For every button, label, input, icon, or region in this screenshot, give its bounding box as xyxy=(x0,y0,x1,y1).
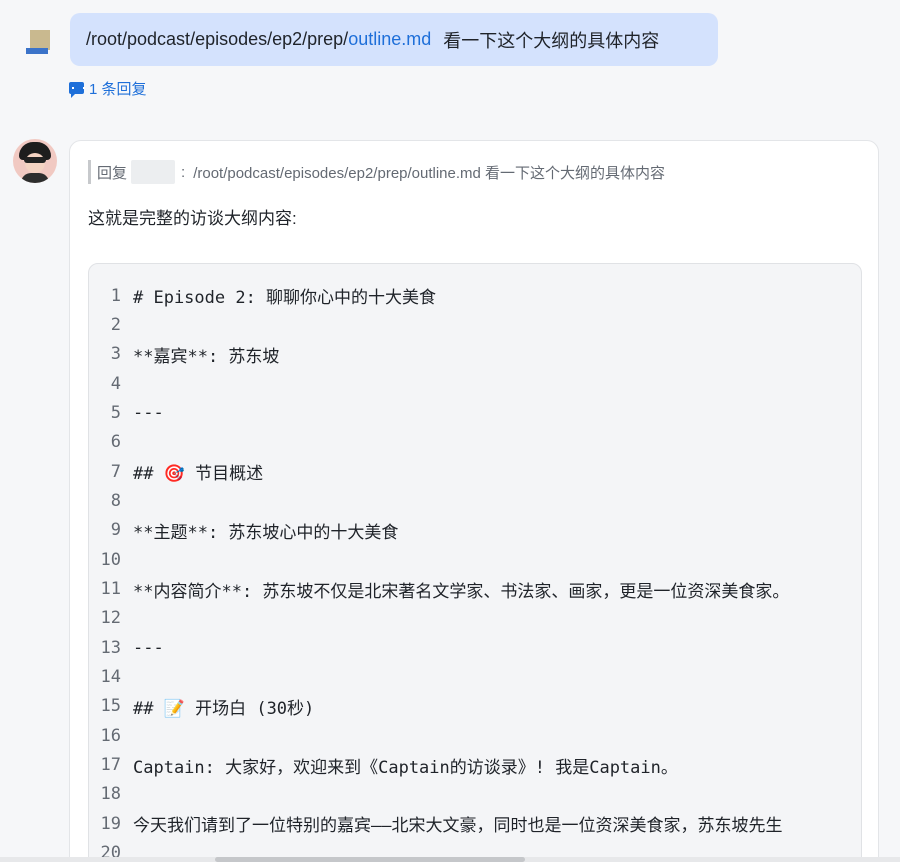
code-line: 16 xyxy=(89,721,133,750)
line-number: 13 xyxy=(100,637,121,658)
line-number: 12 xyxy=(100,608,121,629)
line-number: 6 xyxy=(110,432,121,453)
line-number: 14 xyxy=(100,667,121,688)
line-text: --- xyxy=(133,402,164,423)
redacted-username xyxy=(131,160,176,184)
code-line: 19 今天我们请到了一位特别的嘉宾——北宋大文豪，同时也是一位资深美食家，苏东坡先… xyxy=(89,809,783,838)
code-line: 7 ## 🎯 节目概述 xyxy=(89,457,263,486)
line-text: 今天我们请到了一位特别的嘉宾——北宋大文豪，同时也是一位资深美食家，苏东坡先生 xyxy=(133,816,783,837)
avatar-face xyxy=(25,153,45,173)
line-text: **嘉宾**: 苏东坡 xyxy=(133,346,280,367)
bot-reply-card: 回复 : /root/podcast/episodes/ep2/prep/out… xyxy=(69,140,879,862)
line-text: # Episode 2: 聊聊你心中的十大美食 xyxy=(133,288,437,308)
code-line: 17 Captain: 大家好，欢迎来到《Captain的访谈录》! 我是Capt… xyxy=(89,751,678,780)
line-text: --- xyxy=(133,637,164,658)
avatar-glasses xyxy=(24,157,46,163)
line-number: 7 xyxy=(110,461,121,482)
line-number: 15 xyxy=(100,696,121,717)
line-number: 17 xyxy=(100,755,121,776)
code-line: 6 xyxy=(89,428,133,457)
user-avatar[interactable] xyxy=(26,26,56,56)
code-line: 11 **内容简介**: 苏东坡不仅是北宋著名文学家、书法家、画家，更是一位资深美… xyxy=(89,575,790,604)
code-block[interactable]: 1 # Episode 2: 聊聊你心中的十大美食 2 3 **嘉宾**: 苏东坡 4 5-… xyxy=(88,263,862,862)
code-line: 8 xyxy=(89,486,133,515)
line-text: **主题**: 苏东坡心中的十大美食 xyxy=(133,522,399,543)
line-number: 18 xyxy=(100,784,121,805)
code-line: 1 # Episode 2: 聊聊你心中的十大美食 xyxy=(89,281,436,310)
avatar-shape xyxy=(26,48,48,54)
code-line: 4 xyxy=(89,369,133,398)
code-line: 5 --- xyxy=(89,398,164,427)
line-number: 11 xyxy=(100,579,121,599)
line-number: 16 xyxy=(100,725,121,746)
code-line: 12 xyxy=(89,604,133,633)
code-line: 2 xyxy=(89,310,133,339)
avatar-shape xyxy=(30,30,50,50)
file-link[interactable]: outline.md xyxy=(348,29,431,50)
line-number: 10 xyxy=(100,549,121,570)
line-number: 5 xyxy=(110,402,121,423)
reply-quote: 回复 : /root/podcast/episodes/ep2/prep/out… xyxy=(88,160,665,184)
code-line: 15 ## 📝 开场白 (30秒) xyxy=(89,692,315,721)
user-message-bubble: /root/podcast/episodes/ep2/prep/outline.… xyxy=(70,13,718,66)
code-line: 9 **主题**: 苏东坡心中的十大美食 xyxy=(89,516,399,545)
code-line: 14 xyxy=(89,663,133,692)
line-text: ## 🎯 节目概述 xyxy=(133,464,264,485)
line-number: 9 xyxy=(110,520,121,541)
line-number: 19 xyxy=(100,813,121,834)
quote-prefix: 回复 xyxy=(97,164,128,182)
line-number: 1 xyxy=(110,285,121,306)
bot-avatar[interactable] xyxy=(13,139,57,183)
line-text: ## 📝 开场白 (30秒) xyxy=(133,698,315,719)
scrollbar-thumb[interactable] xyxy=(215,857,525,862)
code-line: 18 xyxy=(89,780,133,809)
comment-icon xyxy=(69,82,85,98)
line-text: **内容简介**: 苏东坡不仅是北宋著名文学家、书法家、画家，更是一位资深美食家… xyxy=(133,581,790,602)
line-number: 3 xyxy=(110,344,121,365)
line-number: 4 xyxy=(110,373,121,394)
reply-intro-text: 这就是完整的访谈大纲内容: xyxy=(88,209,297,228)
quote-separator: : xyxy=(181,163,186,181)
replies-count-label: 1 条回复 xyxy=(89,80,147,98)
line-number: 2 xyxy=(110,314,121,335)
code-line: 10 xyxy=(89,545,133,574)
quote-text: /root/podcast/episodes/ep2/prep/outline.… xyxy=(193,164,666,182)
user-message-text: 看一下这个大纲的具体内容 xyxy=(443,30,660,51)
chat-thread: /root/podcast/episodes/ep2/prep/outline.… xyxy=(0,0,900,862)
code-line: 3 **嘉宾**: 苏东坡 xyxy=(89,340,280,369)
line-number: 8 xyxy=(110,490,121,511)
code-line: 13 --- xyxy=(89,633,164,662)
line-text: Captain: 大家好，欢迎来到《Captain的访谈录》! 我是Captai… xyxy=(133,757,678,778)
thread-replies-link[interactable]: 1 条回复 xyxy=(69,78,147,98)
path-prefix: /root/podcast/episodes/ep2/prep/ xyxy=(86,29,349,49)
avatar-shirt xyxy=(21,173,49,183)
